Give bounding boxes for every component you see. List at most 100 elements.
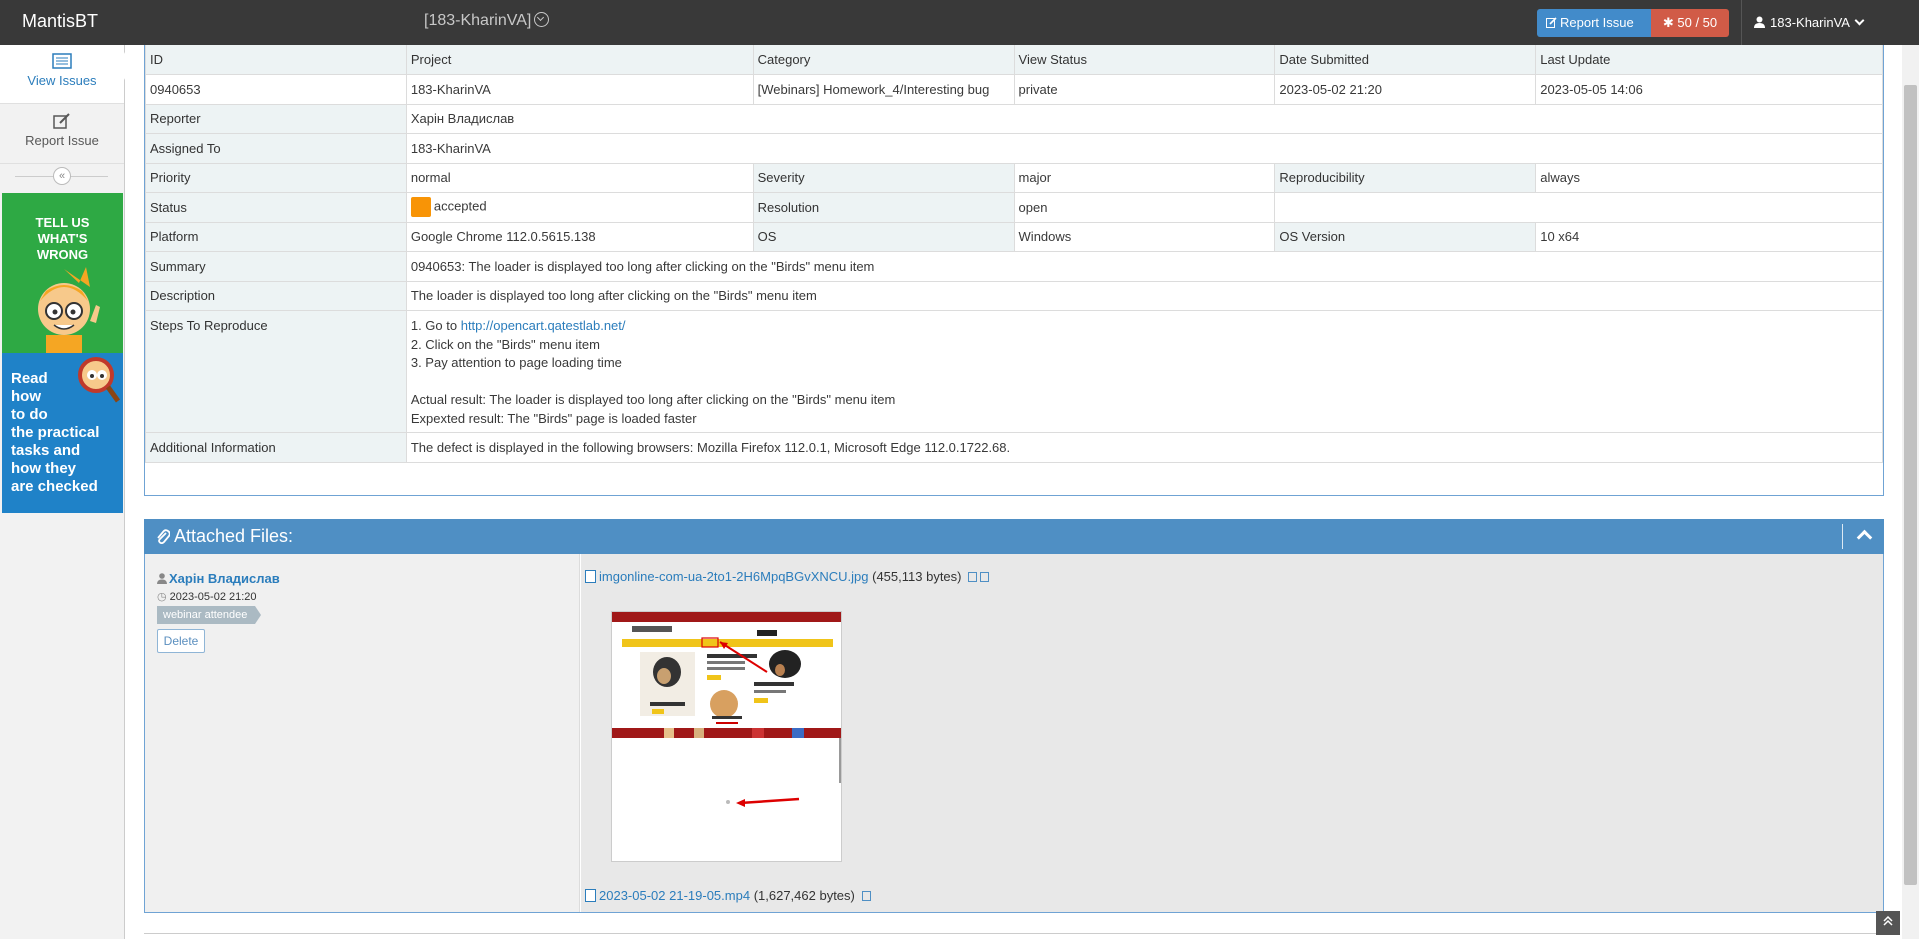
scrollbar-thumb[interactable] xyxy=(1904,85,1917,885)
image-file-icon xyxy=(585,570,596,583)
trash-icon[interactable] xyxy=(968,572,978,582)
image-preview[interactable] xyxy=(611,611,842,862)
additional-info-label: Additional Information xyxy=(145,432,407,463)
scroll-to-top-button[interactable] xyxy=(1876,911,1900,935)
edit-icon xyxy=(53,113,70,129)
issue-last-update: 2023-05-05 14:06 xyxy=(1535,74,1883,105)
attachment-video-link[interactable]: 2023-05-02 21-19-05.mp4 xyxy=(599,888,750,903)
reporter-label: Reporter xyxy=(145,103,407,134)
table-row: Assigned To 183-KharinVA xyxy=(145,133,1884,164)
attachment-date: ◷ 2023-05-02 21:20 xyxy=(157,590,257,603)
sidebar-collapse-button[interactable]: « xyxy=(53,167,71,185)
user-icon xyxy=(157,573,167,584)
attachment-date-text: 2023-05-02 21:20 xyxy=(169,591,257,603)
attachment-author[interactable]: Харін Владислав xyxy=(157,571,280,586)
assigned-value: 183-KharinVA xyxy=(405,133,1884,164)
brand-logo[interactable]: MantisBT xyxy=(22,11,98,32)
report-issue-button[interactable]: Report Issue xyxy=(1537,9,1651,37)
step1-prefix: 1. Go to xyxy=(410,318,461,333)
delete-button[interactable]: Delete xyxy=(157,629,205,653)
opencart-link[interactable]: http://opencart.qatestlab.net/ xyxy=(461,318,626,333)
sidebar-label-view-issues: View Issues xyxy=(27,73,97,88)
description-value: The loader is displayed too long after c… xyxy=(405,280,1884,311)
attachment-files-panel: imgonline-com-ua-2to1-2H6MpqBGvXNCU.jpg … xyxy=(581,554,1883,912)
banner-line: WRONG xyxy=(36,247,89,262)
os-version-value: 10 x64 xyxy=(1535,221,1883,252)
platform-label: Platform xyxy=(145,221,407,252)
attached-files-header: Attached Files: xyxy=(144,519,1884,554)
attachment-image-link[interactable]: imgonline-com-ua-2to1-2H6MpqBGvXNCU.jpg xyxy=(599,569,869,584)
summary-label: Summary xyxy=(145,251,407,282)
double-chevron-up-icon xyxy=(1883,915,1893,926)
issue-details-panel: ID Project Category View Status Date Sub… xyxy=(144,45,1884,496)
issue-date-submitted: 2023-05-02 21:20 xyxy=(1274,74,1537,105)
priority-value: normal xyxy=(405,162,754,193)
summary-value: 0940653: The loader is displayed too lon… xyxy=(405,251,1884,282)
user-icon xyxy=(1754,16,1765,28)
user-menu[interactable]: 183-KharinVA xyxy=(1741,0,1897,45)
additional-info-value: The defect is displayed in the following… xyxy=(405,432,1884,463)
step-line: 2. Click on the "Birds" menu item xyxy=(410,336,600,352)
attachment-author-panel: Харін Владислав ◷ 2023-05-02 21:20 webin… xyxy=(145,554,580,912)
status-color-square xyxy=(410,197,431,218)
top-navbar: MantisBT [183-KharinVA] Report Issue ✱ 5… xyxy=(0,0,1919,45)
priority-label: Priority xyxy=(145,162,407,193)
sidebar-label-report-issue: Report Issue xyxy=(25,133,99,148)
chevron-down-icon xyxy=(1854,15,1865,26)
list-icon xyxy=(52,53,72,69)
role-badge: webinar attendee xyxy=(157,606,262,624)
sidebar-item-view-issues[interactable]: View Issues xyxy=(0,45,132,104)
empty-cell xyxy=(1274,192,1883,223)
assigned-label: Assigned To xyxy=(145,133,407,164)
header-view-status: View Status xyxy=(1013,45,1276,75)
banner-line: WHAT'S xyxy=(37,231,88,246)
edit-icon xyxy=(1546,17,1557,28)
issue-count-button[interactable]: ✱ 50 / 50 xyxy=(1651,9,1729,37)
status-value: accepted xyxy=(405,192,754,223)
attachment-file-video: 2023-05-02 21-19-05.mp4 (1,627,462 bytes… xyxy=(585,888,871,903)
feedback-banner[interactable]: TELL US WHAT'S WRONG xyxy=(2,193,123,353)
issue-count-label: 50 / 50 xyxy=(1677,15,1718,30)
resolution-value: open xyxy=(1013,192,1276,223)
tasks-banner[interactable]: Read how to do the practical tasks and h… xyxy=(2,353,123,513)
os-label: OS xyxy=(752,221,1015,252)
user-name: 183-KharinVA xyxy=(1770,15,1850,30)
cartoon-character-illustration xyxy=(38,267,100,353)
header-id: ID xyxy=(145,45,407,75)
attached-files-title: Attached Files: xyxy=(174,526,294,546)
table-row: Additional Information The defect is dis… xyxy=(145,432,1884,463)
table-row: Description The loader is displayed too … xyxy=(145,280,1884,311)
attached-files-body: Харін Владислав ◷ 2023-05-02 21:20 webin… xyxy=(144,554,1884,913)
expected-result: Expexted result: The "Birds" page is loa… xyxy=(410,410,697,426)
os-version-label: OS Version xyxy=(1274,221,1537,252)
status-label: Status xyxy=(145,192,407,223)
header-category: Category xyxy=(752,45,1015,75)
os-value: Windows xyxy=(1013,221,1276,252)
table-row: Steps To Reproduce 1. Go to http://openc… xyxy=(145,310,1884,433)
attachment-video-size: (1,627,462 bytes) xyxy=(753,888,855,903)
sidebar-item-report-issue[interactable]: Report Issue xyxy=(0,105,124,164)
collapse-minus-icon[interactable] xyxy=(980,572,990,582)
reproducibility-value: always xyxy=(1535,162,1883,193)
banner-line: tasks and xyxy=(11,442,81,459)
trash-icon[interactable] xyxy=(861,891,871,901)
file-icon xyxy=(585,889,596,902)
header-project: Project xyxy=(405,45,754,75)
issue-view-status: private xyxy=(1013,74,1276,105)
attachment-image-size: (455,113 bytes) xyxy=(872,569,962,584)
project-selector[interactable]: [183-KharinVA] xyxy=(424,12,550,30)
table-row: Summary 0940653: The loader is displayed… xyxy=(145,251,1884,282)
step-line: 1. Go to http://opencart.qatestlab.net/ xyxy=(411,317,1878,336)
collapse-up-icon[interactable] xyxy=(1856,529,1873,546)
table-header-row: ID Project Category View Status Date Sub… xyxy=(145,45,1883,75)
divider xyxy=(1842,524,1843,549)
status-text: accepted xyxy=(433,198,487,214)
step-line: 3. Pay attention to page loading time xyxy=(410,355,622,370)
issue-id: 0940653 xyxy=(145,74,407,105)
steps-value: 1. Go to http://opencart.qatestlab.net/ … xyxy=(405,310,1884,433)
platform-value: Google Chrome 112.0.5615.138 xyxy=(405,221,754,252)
header-date-submitted: Date Submitted xyxy=(1274,45,1537,75)
project-name: [183-KharinVA] xyxy=(424,12,532,29)
active-indicator xyxy=(124,52,132,80)
banner-line: how they xyxy=(11,460,77,477)
